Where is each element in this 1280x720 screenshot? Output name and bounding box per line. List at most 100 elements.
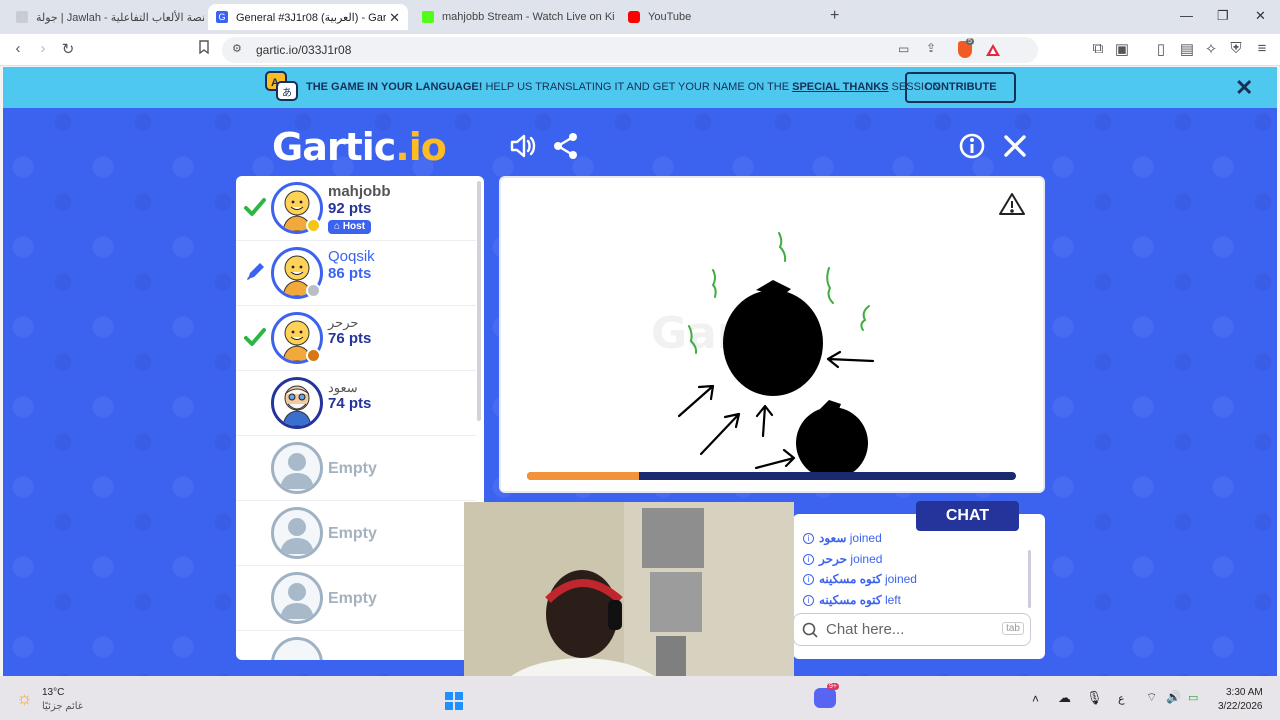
microphone-icon[interactable]: 🎙	[1086, 690, 1103, 706]
chat-action: joined	[850, 552, 883, 566]
brave-rewards-icon[interactable]	[985, 43, 1001, 62]
svg-text:A: A	[271, 77, 279, 89]
tab-kick[interactable]: mahjobb Stream - Watch Live on Kick	[414, 4, 614, 30]
chat-input[interactable]	[824, 620, 994, 639]
translate-banner: A あ THE GAME IN YOUR LANGUAGE! HELP US T…	[3, 67, 1277, 108]
weather-description[interactable]: غائم جزئيًا	[42, 701, 83, 712]
info-small-icon: i	[803, 533, 814, 545]
tray-chevron-icon[interactable]: ˄	[1032, 692, 1039, 706]
contribute-button[interactable]: CONTRIBUTE	[905, 72, 1016, 103]
sidebar-icon[interactable]: ▯	[1151, 40, 1171, 58]
discord-icon[interactable]: 9+	[814, 683, 839, 708]
sound-icon[interactable]	[508, 131, 538, 161]
weather-icon[interactable]: ☼	[16, 688, 33, 709]
close-window-icon[interactable]: ✕	[1255, 8, 1266, 24]
chat-user: كتوه مسكينه	[819, 572, 882, 586]
address-bar[interactable]: ⚙ gartic.io/033J1r08 ▭ ⇪	[222, 37, 1038, 63]
player-points: 76 pts	[328, 330, 372, 347]
host-icon: ⌂	[334, 221, 343, 232]
cast-icon[interactable]: ▭	[898, 42, 909, 56]
minimize-icon[interactable]: —	[1180, 8, 1193, 23]
bookmark-icon[interactable]	[194, 40, 214, 58]
extensions-icon[interactable]: ⧉	[1088, 40, 1108, 57]
leo-ai-icon[interactable]: ✧	[1201, 40, 1221, 58]
empty-avatar-icon	[271, 507, 323, 559]
round-timer-bar	[527, 472, 1016, 480]
search-icon	[802, 622, 818, 638]
avatar	[271, 377, 323, 429]
vpn-icon[interactable]: ⛨	[1226, 40, 1246, 57]
share-game-icon[interactable]	[551, 131, 581, 161]
player-level-dot	[306, 283, 321, 298]
wifi-icon[interactable]: ⌔	[1146, 690, 1157, 705]
tab-youtube[interactable]: YouTube	[620, 4, 820, 30]
tab-gartic[interactable]: G General #3J1r08 (العربية) - Gartic ✕	[208, 4, 408, 30]
temperature[interactable]: 13°C	[42, 687, 64, 698]
empty-label: Empty	[328, 460, 377, 477]
close-banner-icon[interactable]: ✕	[1235, 75, 1253, 101]
clock-time[interactable]: 3:30 AM	[1226, 687, 1263, 698]
empty-label: Empty	[328, 590, 377, 607]
empty-label: Empty	[328, 525, 377, 542]
exit-game-icon[interactable]	[1000, 131, 1030, 161]
empty-slot: Empty	[236, 501, 476, 566]
url-text[interactable]: gartic.io/033J1r08	[256, 43, 351, 57]
report-icon[interactable]	[999, 193, 1025, 215]
reader-icon[interactable]: ▣	[1112, 40, 1132, 58]
browser-toolbar: ‹ › ↻ ⚙ gartic.io/033J1r08 ▭ ⇪ 5 ⧉ ▣ ▯ ▤…	[0, 34, 1280, 66]
empty-slot: Empty	[236, 436, 476, 501]
close-tab-icon[interactable]: ✕	[389, 10, 400, 26]
empty-slot	[236, 631, 476, 660]
reload-icon[interactable]: ↻	[58, 40, 78, 58]
logo-suffix: .io	[395, 125, 447, 169]
empty-avatar-icon	[271, 572, 323, 624]
chat-action: joined	[884, 572, 917, 586]
player-points: 92 pts	[328, 200, 372, 217]
site-info-icon[interactable]: ⚙	[232, 42, 242, 55]
round-timer-fill	[527, 472, 640, 480]
player-list-scrollbar[interactable]	[477, 181, 481, 421]
chat-scrollbar[interactable]	[1028, 550, 1031, 608]
drawing-canvas[interactable]: Gartic	[499, 176, 1045, 493]
brave-shield-icon[interactable]: 5	[958, 38, 974, 58]
tab-jawlah[interactable]: جولة | Jawlah - منصة الألعاب التفاعلية	[8, 4, 204, 30]
tab-title: mahjobb Stream - Watch Live on Kick	[442, 11, 614, 23]
back-icon[interactable]: ‹	[8, 40, 28, 57]
menu-icon[interactable]: ≡	[1252, 40, 1272, 57]
player-row[interactable]: حرحر 76 pts	[236, 306, 476, 371]
logo-main: Gartic	[272, 125, 396, 169]
clock-date[interactable]: 3/22/2026	[1218, 701, 1263, 712]
input-language[interactable]: ع	[1118, 692, 1125, 705]
windows-taskbar: ☼ 13°C غائم جزئيًا 9+ ˄ ☁ 🎙 ع ⌔ 🔊 ▭ 3:30…	[0, 676, 1280, 720]
banner-text: THE GAME IN YOUR LANGUAGE! HELP US TRANS…	[306, 81, 940, 93]
wallet-icon[interactable]: ▤	[1177, 40, 1197, 58]
tab-title: جولة | Jawlah - منصة الألعاب التفاعلية	[36, 11, 204, 24]
chat-action: left	[884, 593, 901, 607]
maximize-icon[interactable]: ❐	[1217, 8, 1229, 24]
chat-user: سعود	[819, 531, 847, 545]
banner-body: HELP US TRANSLATING IT AND GET YOUR NAME…	[482, 81, 793, 93]
discord-badge: 9+	[827, 683, 839, 690]
drawing: Gartic	[651, 193, 1025, 479]
tab-title: General #3J1r08 (العربية) - Gartic	[236, 11, 386, 24]
forward-icon[interactable]: ›	[33, 40, 53, 57]
player-row[interactable]: Qoqsik 86 pts	[236, 241, 476, 306]
player-row[interactable]: mahjobb 92 pts ⌂ Host	[236, 176, 476, 241]
volume-icon[interactable]: 🔊	[1166, 690, 1181, 704]
info-icon[interactable]	[957, 131, 987, 161]
onedrive-icon[interactable]: ☁	[1058, 690, 1071, 706]
new-tab-icon[interactable]: +	[830, 7, 839, 25]
chat-title: CHAT	[916, 501, 1019, 531]
chat-message: i سعود joined	[803, 530, 882, 546]
share-icon[interactable]: ⇪	[926, 41, 936, 55]
special-thanks-link[interactable]: SPECIAL THANKS	[792, 81, 888, 93]
player-level-dot	[306, 218, 321, 233]
chat-input-box[interactable]: tab	[793, 613, 1031, 646]
windows-start-icon[interactable]	[445, 692, 463, 710]
player-row[interactable]: سعود 74 pts	[236, 371, 476, 436]
battery-icon[interactable]: ▭	[1188, 691, 1198, 704]
gartic-favicon: G	[216, 11, 228, 23]
player-name: حرحر	[328, 315, 359, 330]
svg-text:あ: あ	[282, 87, 292, 99]
chat-message: i حرحر joined	[803, 551, 882, 567]
